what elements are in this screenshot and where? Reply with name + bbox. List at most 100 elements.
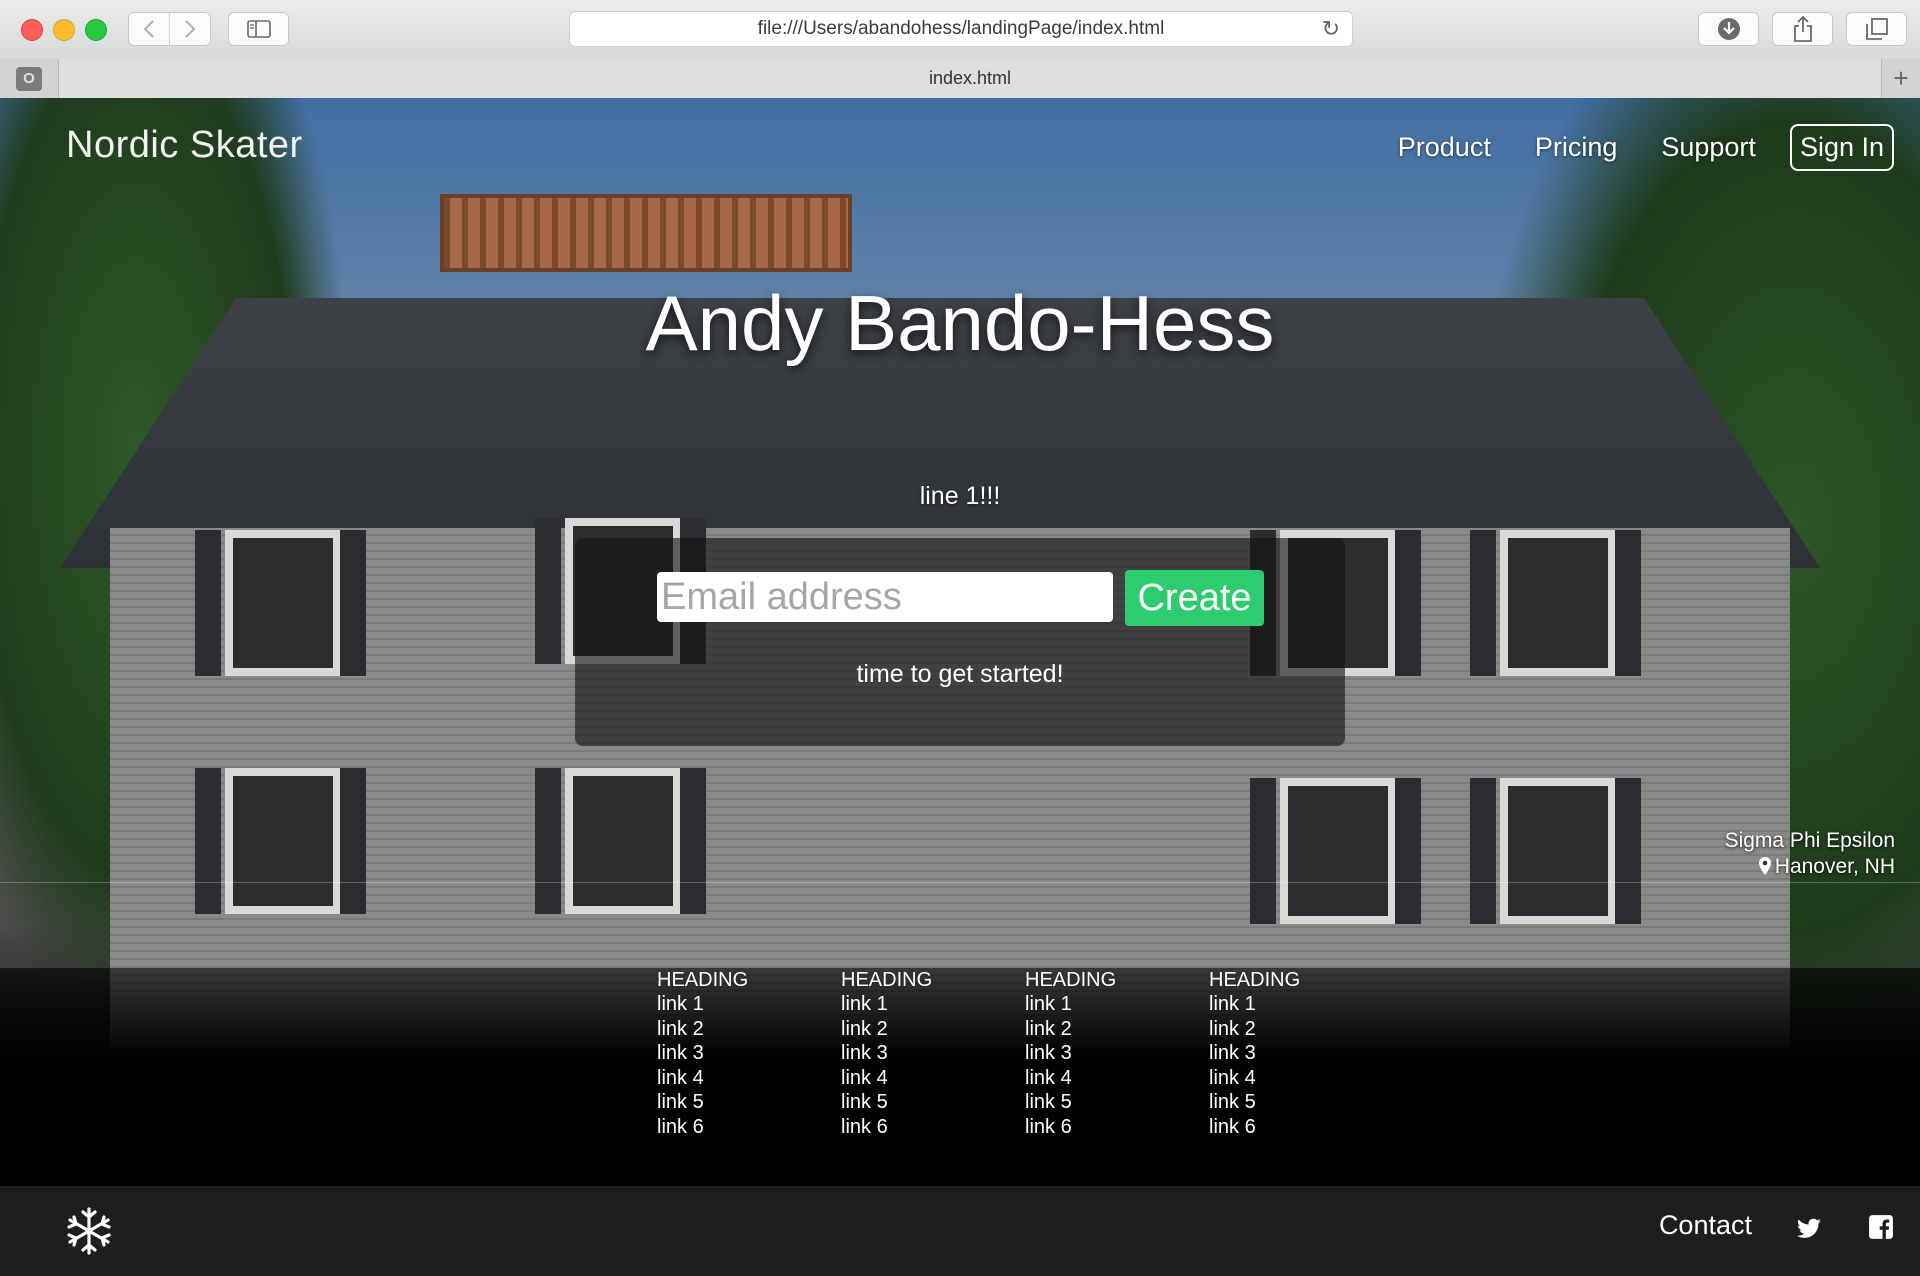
pinned-tab[interactable]: O [0, 59, 59, 98]
sidebar-toggle-button[interactable] [228, 12, 289, 46]
nav-support[interactable]: Support [1661, 132, 1756, 163]
back-button[interactable] [129, 13, 169, 45]
chevron-right-icon [185, 20, 196, 38]
tabs-overview-button[interactable] [1846, 12, 1907, 46]
sidebar-icon [246, 20, 271, 38]
window [1500, 530, 1616, 676]
tab-index[interactable]: index.html [59, 59, 1881, 98]
footer-link[interactable]: link 4 [657, 1066, 841, 1091]
email-input[interactable] [657, 572, 1113, 622]
top-nav: Product Pricing Support Sign In [1354, 124, 1894, 171]
share-button[interactable] [1772, 12, 1833, 46]
footer-link[interactable]: link 3 [841, 1041, 1025, 1066]
footer-link[interactable]: link 5 [1025, 1090, 1209, 1115]
shutter [195, 530, 221, 676]
link-column-4: HEADING link 1 link 2 link 3 link 4 link… [1209, 968, 1393, 1140]
hero-subtitle: line 1!!! [919, 482, 1001, 510]
location-block: Sigma Phi Epsilon Hanover, NH [1725, 828, 1895, 880]
map-pin-icon [1758, 857, 1771, 875]
shutter [535, 518, 561, 664]
nav-product[interactable]: Product [1398, 132, 1491, 163]
share-icon [1793, 16, 1812, 42]
footer-link[interactable]: link 6 [657, 1115, 841, 1140]
footer-link[interactable]: link 1 [1209, 992, 1393, 1017]
tab-title: index.html [928, 68, 1012, 88]
footer-link[interactable]: link 6 [841, 1115, 1025, 1140]
plus-icon: + [1893, 63, 1909, 93]
signup-tagline: time to get started! [856, 660, 1064, 688]
contact-link[interactable]: Contact [1659, 1210, 1752, 1241]
title-bar: file:///Users/abandohess/landingPage/ind… [0, 0, 1920, 60]
footer-link[interactable]: link 3 [1025, 1041, 1209, 1066]
location-city-row: Hanover, NH [1725, 854, 1895, 880]
signup-box: Create time to get started! [575, 538, 1345, 746]
footer-link[interactable]: link 5 [1209, 1090, 1393, 1115]
footer-link[interactable]: link 1 [1025, 992, 1209, 1017]
column-heading: HEADING [657, 969, 749, 991]
window [225, 530, 341, 676]
shutter [1615, 530, 1641, 676]
browser-chrome: file:///Users/abandohess/landingPage/ind… [0, 0, 1920, 99]
link-column-1: HEADING link 1 link 2 link 3 link 4 link… [657, 968, 841, 1140]
column-heading: HEADING [1025, 969, 1117, 991]
footer-link[interactable]: link 6 [1209, 1115, 1393, 1140]
footer-link[interactable]: link 2 [1025, 1017, 1209, 1042]
footer-link[interactable]: link 4 [1025, 1066, 1209, 1091]
window [565, 768, 681, 914]
shutter [1470, 778, 1496, 924]
column-heading: HEADING [841, 969, 933, 991]
window [1500, 778, 1616, 924]
reload-icon[interactable]: ↻ [1322, 12, 1340, 46]
footer-link[interactable]: link 1 [657, 992, 841, 1017]
downloads-button[interactable] [1698, 12, 1759, 46]
footer-link[interactable]: link 4 [1209, 1066, 1393, 1091]
shutter [1470, 530, 1496, 676]
landing-page: Nordic Skater Product Pricing Support Si… [0, 98, 1920, 1276]
tabs-icon [1865, 18, 1888, 40]
roof-deck [440, 194, 852, 272]
window [1280, 778, 1396, 924]
snowflake-icon[interactable] [64, 1206, 114, 1256]
chevron-left-icon [143, 20, 154, 38]
footer-link[interactable]: link 2 [841, 1017, 1025, 1042]
shutter [195, 768, 221, 914]
address-bar[interactable]: file:///Users/abandohess/landingPage/ind… [569, 11, 1353, 47]
footer-link[interactable]: link 3 [657, 1041, 841, 1066]
footer-link[interactable]: link 6 [1025, 1115, 1209, 1140]
zoom-window-button[interactable] [85, 19, 107, 41]
footer-link[interactable]: link 1 [841, 992, 1025, 1017]
footer-link[interactable]: link 4 [841, 1066, 1025, 1091]
nav-pricing[interactable]: Pricing [1535, 132, 1618, 163]
hero-title: Andy Bando-Hess [645, 279, 1275, 367]
facebook-icon[interactable] [1868, 1214, 1894, 1240]
footer-link[interactable]: link 2 [1209, 1017, 1393, 1042]
footer-link[interactable]: link 3 [1209, 1041, 1393, 1066]
url-text: file:///Users/abandohess/landingPage/ind… [757, 18, 1165, 39]
location-city: Hanover, NH [1774, 855, 1895, 878]
shutter [340, 768, 366, 914]
forward-button[interactable] [169, 13, 210, 45]
close-window-button[interactable] [21, 19, 43, 41]
history-nav [128, 12, 211, 46]
minimize-window-button[interactable] [53, 19, 75, 41]
sign-in-button[interactable]: Sign In [1789, 124, 1894, 171]
footer-bar: Contact [0, 1186, 1920, 1276]
shutter [535, 768, 561, 914]
column-heading: HEADING [1209, 969, 1301, 991]
footer-link[interactable]: link 2 [657, 1017, 841, 1042]
new-tab-button[interactable]: + [1881, 59, 1920, 98]
window [225, 768, 341, 914]
shutter [340, 530, 366, 676]
footer-link[interactable]: link 5 [657, 1090, 841, 1115]
footer-link-columns: HEADING link 1 link 2 link 3 link 4 link… [657, 968, 1393, 1140]
footer-link[interactable]: link 5 [841, 1090, 1025, 1115]
twitter-icon[interactable] [1796, 1216, 1822, 1242]
section-divider [0, 882, 1920, 883]
brand-logo[interactable]: Nordic Skater [66, 124, 303, 167]
shutter [1250, 778, 1276, 924]
create-button[interactable]: Create [1125, 570, 1264, 626]
pinned-tab-favicon: O [16, 66, 42, 91]
link-column-3: HEADING link 1 link 2 link 3 link 4 link… [1025, 968, 1209, 1140]
tab-bar: O index.html + [0, 59, 1920, 99]
link-column-2: HEADING link 1 link 2 link 3 link 4 link… [841, 968, 1025, 1140]
